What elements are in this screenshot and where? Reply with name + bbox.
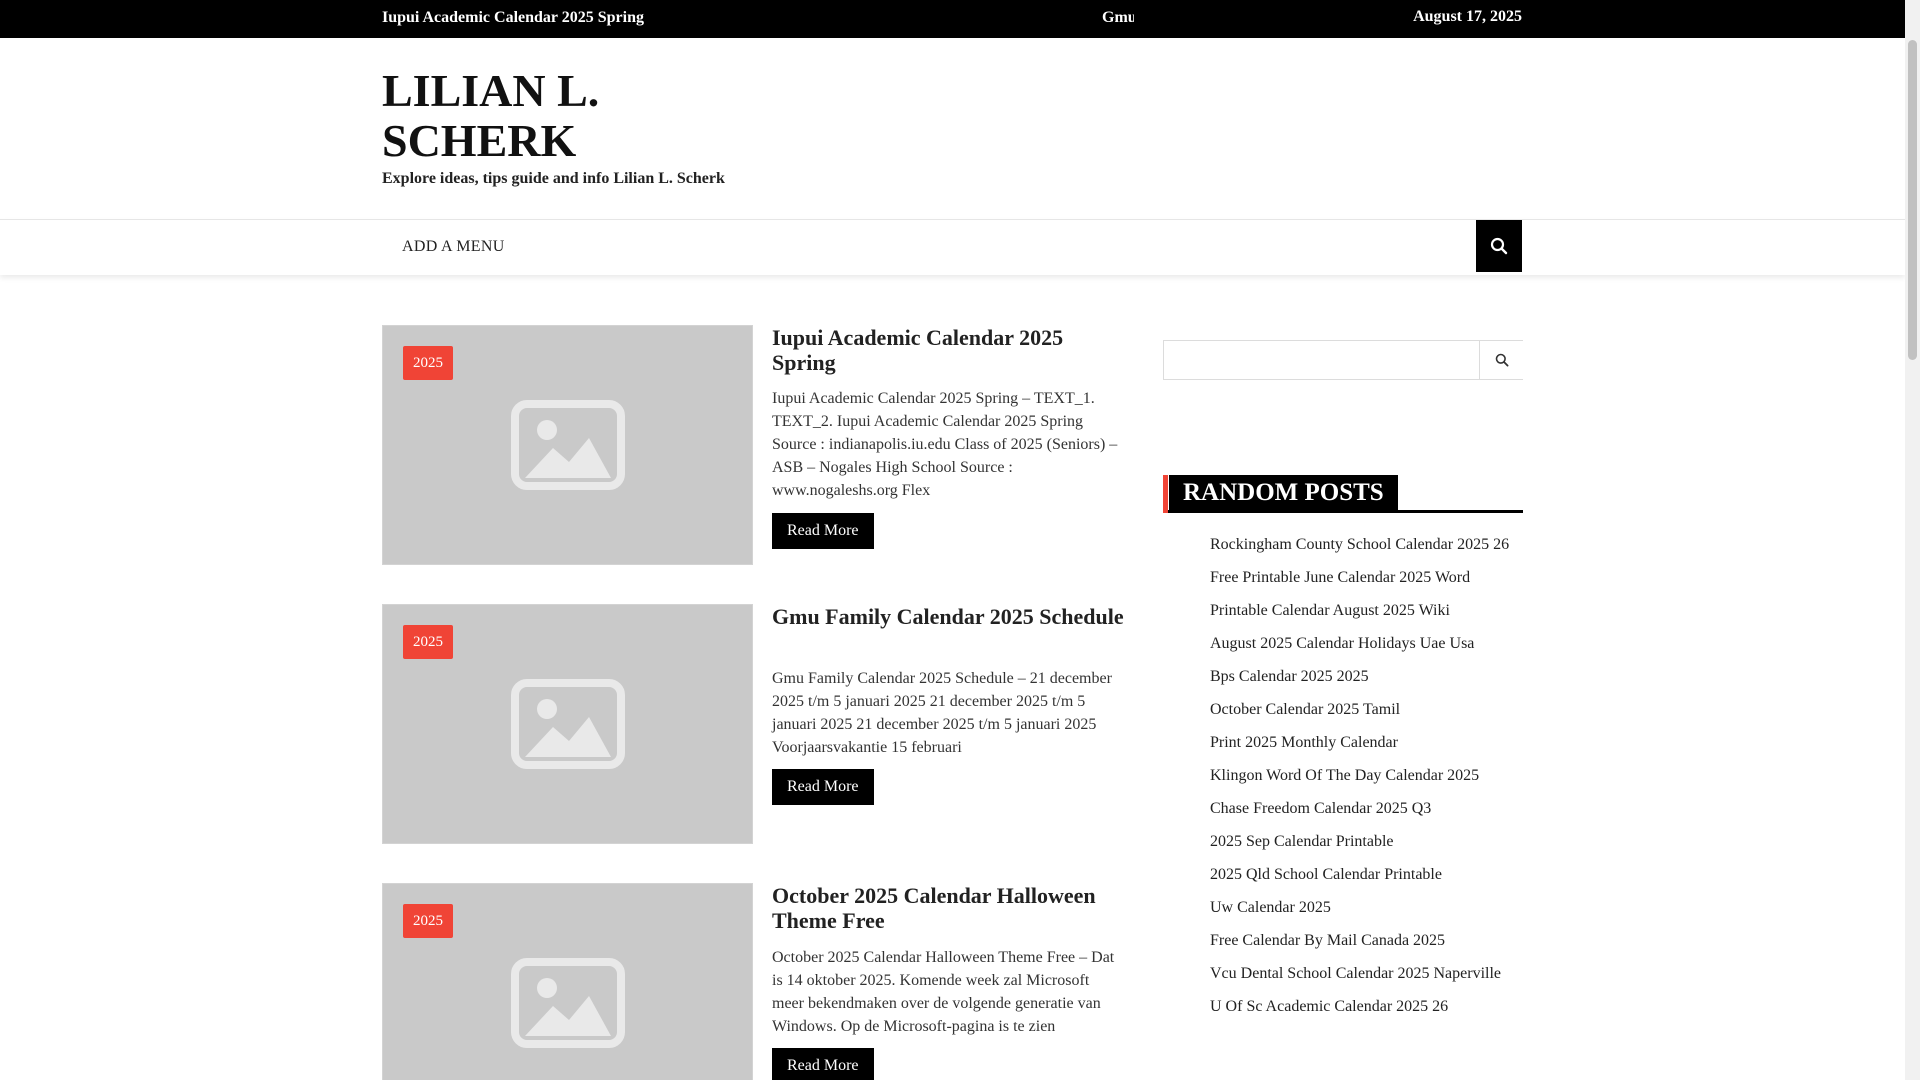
sidebar-search-input[interactable]	[1164, 341, 1479, 379]
site-tagline: Explore ideas, tips guide and info Lilia…	[382, 170, 725, 187]
page-scrollbar[interactable]	[1905, 0, 1920, 1080]
ticker-headline-next[interactable]: Gmu Family Calendar 2025 Schedule	[1102, 9, 1134, 27]
post-card: 2025 Gmu Family Calendar 2025 Schedule G…	[382, 604, 1124, 844]
image-placeholder-icon	[511, 400, 625, 490]
random-post-link[interactable]: Rockingham County School Calendar 2025 2…	[1210, 530, 1509, 563]
post-title[interactable]: October 2025 Calendar Halloween Theme Fr…	[772, 883, 1132, 933]
search-icon	[1495, 353, 1509, 367]
random-post-link[interactable]: Print 2025 Monthly Calendar	[1210, 728, 1509, 761]
post-thumbnail[interactable]: 2025	[382, 883, 753, 1080]
random-post-link[interactable]: Printable Calendar August 2025 Wiki	[1210, 596, 1509, 629]
post-card: 2025 Iupui Academic Calendar 2025 Spring…	[382, 325, 1122, 565]
random-post-link[interactable]: Klingon Word Of The Day Calendar 2025	[1210, 761, 1509, 794]
read-more-button[interactable]: Read More	[772, 513, 874, 549]
random-post-link[interactable]: October Calendar 2025 Tamil	[1210, 695, 1509, 728]
widget-accent-bar	[1163, 475, 1168, 513]
random-post-link[interactable]: Chase Freedom Calendar 2025 Q3	[1210, 794, 1509, 827]
search-icon	[1490, 237, 1508, 255]
random-post-link[interactable]: Vcu Dental School Calendar 2025 Napervil…	[1210, 959, 1509, 992]
image-placeholder-icon	[511, 679, 625, 769]
random-posts-list: Rockingham County School Calendar 2025 2…	[1210, 530, 1509, 1025]
sidebar-search-form	[1163, 340, 1523, 380]
post-title[interactable]: Iupui Academic Calendar 2025 Spring	[772, 325, 1132, 375]
read-more-button[interactable]: Read More	[772, 1048, 874, 1080]
top-bar: Iupui Academic Calendar 2025 Spring Gmu …	[0, 0, 1905, 38]
widget-title: RANDOM POSTS	[1169, 475, 1398, 510]
random-post-link[interactable]: Free Printable June Calendar 2025 Word	[1210, 563, 1509, 596]
random-post-link[interactable]: Free Calendar By Mail Canada 2025	[1210, 926, 1509, 959]
nav-search-button[interactable]	[1476, 220, 1522, 272]
image-placeholder-icon	[511, 958, 625, 1048]
post-excerpt: Iupui Academic Calendar 2025 Spring – TE…	[772, 390, 1118, 499]
post-thumbnail[interactable]: 2025	[382, 325, 753, 565]
category-badge[interactable]: 2025	[403, 346, 453, 380]
random-post-link[interactable]: 2025 Sep Calendar Printable	[1210, 827, 1509, 860]
post-title[interactable]: Gmu Family Calendar 2025 Schedule	[772, 604, 1132, 629]
sidebar-search-button[interactable]	[1479, 341, 1523, 379]
random-posts-widget-header: RANDOM POSTS	[1163, 475, 1523, 513]
scrollbar-thumb[interactable]	[1908, 40, 1917, 360]
current-date: August 17, 2025	[1413, 8, 1522, 25]
read-more-button[interactable]: Read More	[772, 769, 874, 805]
post-excerpt: Gmu Family Calendar 2025 Schedule – 21 d…	[772, 670, 1112, 756]
nav-add-menu-link[interactable]: ADD A MENU	[402, 238, 505, 256]
category-badge[interactable]: 2025	[403, 625, 453, 659]
ticker-headline[interactable]: Iupui Academic Calendar 2025 Spring	[382, 9, 644, 27]
random-post-link[interactable]: Uw Calendar 2025	[1210, 893, 1509, 926]
random-post-link[interactable]: 2025 Qld School Calendar Printable	[1210, 860, 1509, 893]
random-post-link[interactable]: U Of Sc Academic Calendar 2025 26	[1210, 992, 1509, 1025]
post-thumbnail[interactable]: 2025	[382, 604, 753, 844]
category-badge[interactable]: 2025	[403, 904, 453, 938]
random-post-link[interactable]: August 2025 Calendar Holidays Uae Usa	[1210, 629, 1509, 662]
post-excerpt: October 2025 Calendar Halloween Theme Fr…	[772, 949, 1115, 1035]
site-title[interactable]: LILIAN L. SCHERK	[382, 66, 702, 166]
random-post-link[interactable]: Bps Calendar 2025 2025	[1210, 662, 1509, 695]
main-navigation: ADD A MENU	[0, 219, 1905, 275]
post-card: 2025 October 2025 Calendar Halloween The…	[382, 883, 1122, 1080]
